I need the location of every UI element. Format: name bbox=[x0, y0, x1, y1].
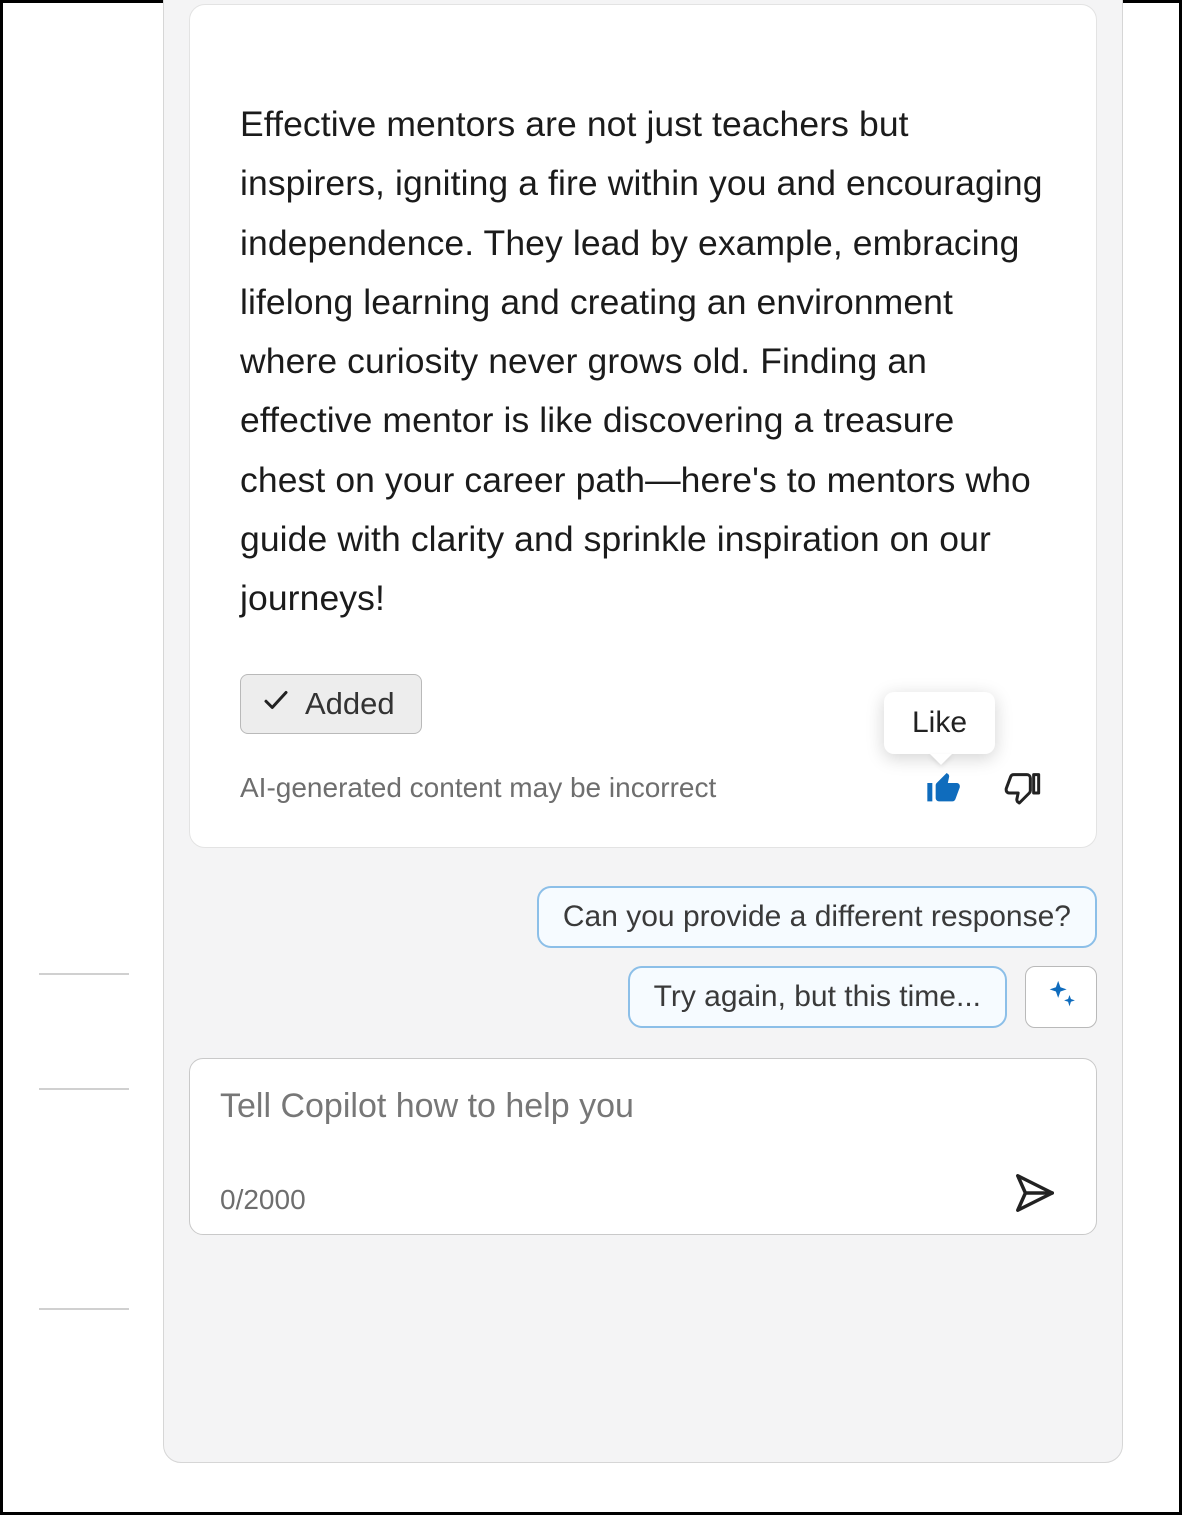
added-label: Added bbox=[305, 686, 395, 722]
message-footer: AI-generated content may be incorrect Li… bbox=[240, 764, 1046, 812]
ai-disclaimer: AI-generated content may be incorrect bbox=[240, 772, 716, 804]
feedback-group: Like bbox=[920, 764, 1046, 812]
composer-input[interactable] bbox=[220, 1087, 1066, 1126]
send-button[interactable] bbox=[1012, 1166, 1066, 1216]
added-badge[interactable]: Added bbox=[240, 674, 422, 734]
dislike-button[interactable] bbox=[998, 764, 1046, 812]
sparkle-icon bbox=[1044, 978, 1078, 1015]
assistant-message-text: Effective mentors are not just teachers … bbox=[240, 95, 1046, 629]
suggestion-try-again[interactable]: Try again, but this time... bbox=[628, 966, 1007, 1028]
send-icon bbox=[1012, 1170, 1058, 1216]
char-count: 0/2000 bbox=[220, 1184, 306, 1216]
app-frame: Effective mentors are not just teachers … bbox=[21, 3, 1169, 1492]
suggestion-chips: Can you provide a different response? Tr… bbox=[189, 886, 1097, 1028]
assistant-message-card: Effective mentors are not just teachers … bbox=[189, 4, 1097, 848]
check-icon bbox=[261, 685, 291, 723]
like-tooltip: Like bbox=[884, 692, 995, 754]
copilot-panel: Effective mentors are not just teachers … bbox=[163, 0, 1123, 1463]
suggestion-different-response[interactable]: Can you provide a different response? bbox=[537, 886, 1097, 948]
thumbs-down-icon bbox=[1002, 768, 1042, 808]
sparkle-button[interactable] bbox=[1025, 966, 1097, 1028]
composer: 0/2000 bbox=[189, 1058, 1097, 1235]
